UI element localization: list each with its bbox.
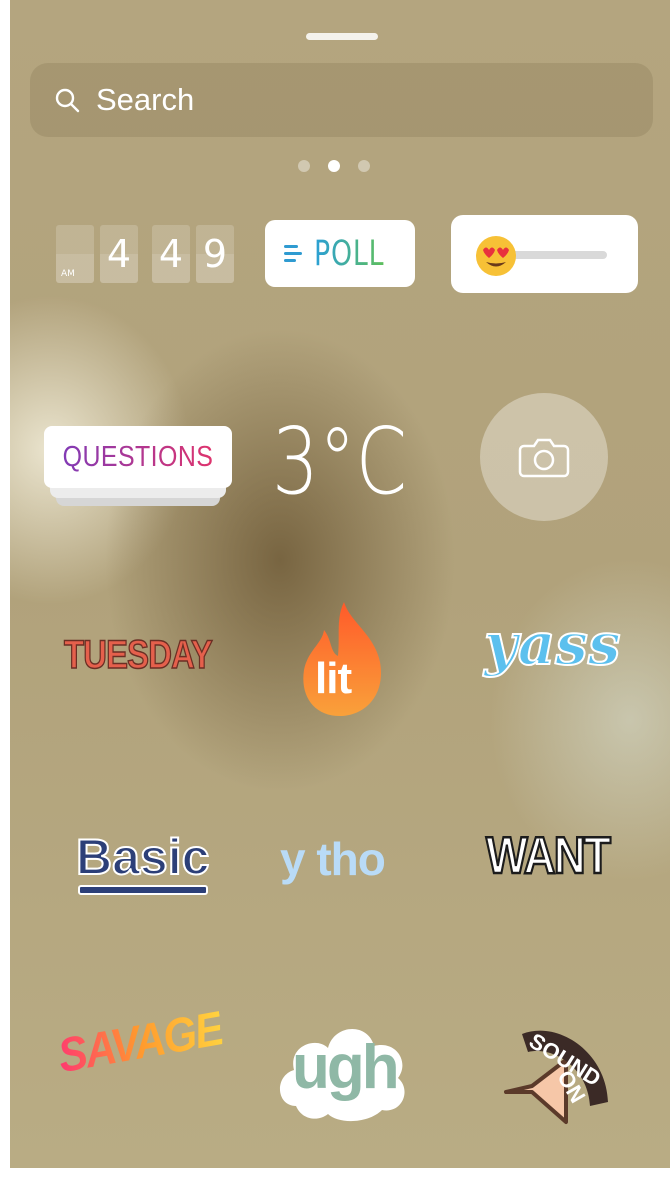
tuesday-sticker[interactable]: TUESDAY (63, 632, 213, 678)
questions-sticker[interactable]: QUESTIONS (44, 426, 232, 506)
questions-label: QUESTIONS (57, 426, 219, 488)
temperature-sticker[interactable]: 3°C (272, 408, 407, 515)
camera-sticker[interactable] (480, 393, 608, 521)
savage-sticker[interactable]: SAVAGE (54, 1001, 226, 1084)
clock-sticker[interactable]: AM 4 4 9 (56, 225, 234, 283)
basic-sticker[interactable]: Basic (75, 828, 210, 886)
ugh-label: ugh (292, 1033, 400, 1102)
drag-handle[interactable] (306, 33, 378, 40)
ugh-sticker[interactable]: ugh (272, 1010, 412, 1130)
search-bar[interactable]: Search (30, 63, 653, 137)
lit-sticker[interactable]: lit (300, 600, 384, 718)
poll-sticker[interactable]: POLL (265, 220, 415, 287)
emoji-slider-sticker[interactable] (451, 215, 638, 293)
search-input[interactable]: Search (96, 82, 194, 118)
heart-eyes-emoji-icon (476, 236, 516, 276)
page-dot[interactable] (358, 160, 370, 172)
poll-icon (283, 241, 304, 266)
clock-digit: 4 (152, 225, 190, 283)
page-dot[interactable] (298, 160, 310, 172)
search-icon (55, 88, 80, 113)
sound-on-sticker[interactable]: SOUND ON (486, 1010, 626, 1140)
clock-digit: 9 (196, 225, 234, 283)
clock-digit: 4 (100, 225, 138, 283)
ytho-sticker[interactable]: y tho (280, 832, 386, 886)
want-sticker[interactable]: WANT (485, 826, 612, 887)
camera-icon (518, 438, 570, 478)
clock-ampm: AM (61, 269, 75, 279)
page-indicator (298, 160, 370, 172)
clock-digit: AM (56, 225, 94, 283)
lit-label: lit (315, 654, 352, 703)
yass-sticker[interactable]: yass (483, 609, 622, 679)
sticker-tray: Search AM 4 4 9 POLL QUESTIONS 3°C TUESD… (10, 0, 670, 1168)
poll-label: POLL (313, 233, 384, 274)
basic-underline (78, 885, 208, 895)
slider-track (507, 251, 607, 259)
page-dot-active[interactable] (328, 160, 340, 172)
